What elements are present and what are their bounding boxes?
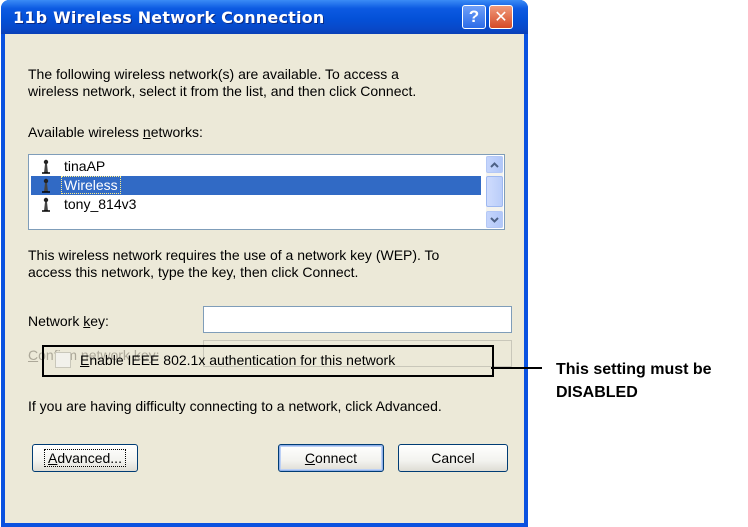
callout-note: This setting must be DISABLED bbox=[556, 358, 712, 404]
wireless-antenna-icon bbox=[42, 197, 50, 212]
ieee-8021x-label[interactable]: Enable IEEE 802.1x authentication for th… bbox=[80, 352, 395, 369]
button-label: Cancel bbox=[431, 450, 475, 466]
help-button[interactable]: ? bbox=[462, 5, 486, 29]
scroll-up-button[interactable] bbox=[486, 156, 503, 173]
list-scrollbar[interactable] bbox=[486, 156, 503, 228]
label-text: Available wireless bbox=[28, 124, 143, 140]
ieee-8021x-checkbox[interactable] bbox=[55, 352, 71, 368]
network-name: tinaAP bbox=[64, 158, 106, 174]
close-button[interactable]: ✕ bbox=[489, 5, 513, 29]
wireless-antenna-icon bbox=[42, 159, 50, 174]
intro-line-2: wireless network, select it from the lis… bbox=[28, 83, 417, 99]
question-mark-icon: ? bbox=[468, 7, 480, 26]
network-key-label: Network key: bbox=[28, 313, 109, 330]
available-networks-label: Available wireless networks: bbox=[28, 124, 203, 141]
callout-line-2: DISABLED bbox=[556, 384, 638, 401]
cancel-button[interactable]: Cancel bbox=[398, 444, 508, 472]
dialog-window: 11b Wireless Network Connection ? ✕ The … bbox=[1, 0, 528, 527]
label-text: etworks: bbox=[150, 124, 203, 140]
scroll-thumb[interactable] bbox=[486, 176, 503, 207]
label-text: nable IEEE 802.1x authentication for thi… bbox=[89, 352, 396, 368]
callout-line-1: This setting must be bbox=[556, 361, 712, 378]
wireless-antenna-icon bbox=[42, 178, 50, 193]
window-title: 11b Wireless Network Connection bbox=[13, 8, 325, 27]
label-text: Network bbox=[28, 313, 84, 329]
chevron-up-icon bbox=[490, 161, 499, 168]
access-key: C bbox=[304, 450, 316, 466]
access-key: A bbox=[48, 450, 58, 466]
chevron-down-icon bbox=[490, 216, 499, 223]
wep-notice-line-2: access this network, type the key, then … bbox=[28, 264, 359, 280]
button-label: onnect bbox=[315, 450, 358, 466]
callout-pointer-line bbox=[491, 367, 542, 369]
advanced-button[interactable]: Advanced... bbox=[32, 444, 138, 472]
network-item-wireless[interactable]: Wireless bbox=[31, 176, 481, 195]
networks-list[interactable]: tinaAP Wireless tony_814v3 bbox=[28, 154, 505, 230]
network-key-input[interactable] bbox=[203, 306, 512, 333]
access-key: n bbox=[142, 124, 151, 140]
access-key: E bbox=[80, 352, 90, 368]
help-text: If you are having difficulty connecting … bbox=[28, 398, 442, 414]
network-item-tinaap[interactable]: tinaAP bbox=[31, 157, 481, 176]
wep-notice-line-1: This wireless network requires the use o… bbox=[28, 247, 440, 263]
connect-button[interactable]: Connect bbox=[278, 444, 384, 472]
network-item-tony-814v3[interactable]: tony_814v3 bbox=[31, 195, 481, 214]
label-text: ey: bbox=[90, 313, 109, 329]
title-bar[interactable]: 11b Wireless Network Connection ? ✕ bbox=[1, 0, 528, 34]
network-name: Wireless bbox=[61, 176, 121, 194]
scroll-down-button[interactable] bbox=[486, 211, 503, 228]
close-icon: ✕ bbox=[494, 9, 508, 26]
focus-ring: Advanced... bbox=[44, 449, 126, 467]
button-label: dvanced... bbox=[57, 450, 122, 466]
network-name: tony_814v3 bbox=[64, 196, 137, 212]
intro-line-1: The following wireless network(s) are av… bbox=[28, 66, 399, 82]
access-key: C bbox=[28, 347, 39, 363]
